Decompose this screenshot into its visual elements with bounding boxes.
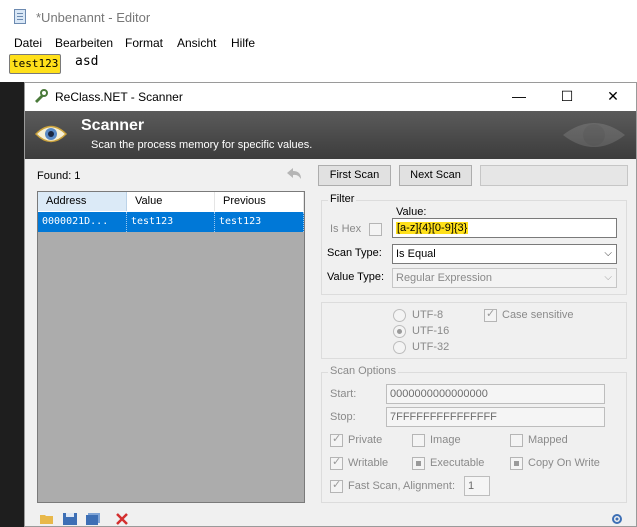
save-icon[interactable] — [63, 513, 77, 525]
minimize-button[interactable]: — — [496, 83, 542, 111]
menu-hilfe[interactable]: Hilfe — [231, 36, 255, 50]
private-checkbox[interactable] — [330, 432, 343, 447]
value-input[interactable]: [a-z]{4}[0-9]{3} — [392, 218, 617, 238]
encoding-group — [321, 302, 627, 359]
table-row[interactable]: 0000021D... test123 test123 — [38, 212, 304, 232]
results-list[interactable]: Address Value Previous 0000021D... test1… — [37, 191, 305, 503]
undo-icon[interactable] — [283, 165, 303, 183]
mapped-checkbox[interactable] — [510, 434, 523, 447]
cell-address: 0000021D... — [38, 212, 127, 232]
delete-icon[interactable] — [115, 513, 129, 525]
column-address[interactable]: Address — [38, 192, 127, 211]
filter-legend: Filter — [328, 193, 357, 205]
close-button[interactable]: ✕ — [590, 83, 636, 111]
case-sensitive-label: Case sensitive — [502, 309, 574, 321]
scan-type-select[interactable]: Is Equal ⌵ — [392, 244, 617, 264]
results-header: Address Value Previous — [38, 192, 304, 212]
reclass-icon — [35, 89, 48, 103]
utf16-label: UTF-16 — [412, 325, 450, 337]
writable-checkbox[interactable] — [330, 455, 343, 470]
scan-type-label: Scan Type: — [327, 247, 382, 259]
eye-icon — [35, 125, 67, 143]
value-type-select[interactable]: Regular Expression ⌵ — [392, 268, 617, 288]
column-value[interactable]: Value — [127, 192, 215, 211]
executable-checkbox[interactable] — [412, 457, 425, 470]
mapped-label: Mapped — [528, 434, 568, 446]
scanner-window: ReClass.NET - Scanner — ☐ ✕ Scanner Scan… — [24, 82, 637, 527]
scan-type-value: Is Equal — [396, 248, 436, 260]
banner-title: Scanner — [81, 117, 145, 134]
writable-label: Writable — [348, 457, 389, 469]
notepad-text-area[interactable]: test123 asd — [0, 52, 637, 82]
column-previous[interactable]: Previous — [215, 192, 304, 211]
eye-watermark-icon — [563, 123, 625, 147]
value-input-text: [a-z]{4}[0-9]{3} — [396, 222, 469, 234]
background-window-strip — [0, 82, 24, 527]
alignment-input[interactable]: 1 — [464, 476, 490, 496]
found-count: Found: 1 — [37, 170, 81, 182]
text-content: asd — [75, 54, 99, 69]
notepad-title: *Unbenannt - Editor — [36, 10, 151, 25]
fast-scan-label: Fast Scan, Alignment: — [348, 480, 455, 492]
copy-on-write-label: Copy On Write — [528, 457, 600, 469]
first-scan-button[interactable]: First Scan — [318, 165, 391, 186]
scan-options-legend: Scan Options — [328, 365, 399, 377]
start-label: Start: — [330, 388, 357, 400]
window-title: ReClass.NET - Scanner — [55, 90, 183, 104]
stop-label: Stop: — [330, 411, 356, 423]
case-sensitive-checkbox[interactable] — [484, 307, 497, 322]
scanner-titlebar[interactable]: ReClass.NET - Scanner — ☐ ✕ — [25, 83, 636, 111]
chevron-down-icon: ⌵ — [604, 248, 612, 259]
utf8-radio[interactable] — [393, 309, 406, 322]
save-as-icon[interactable] — [86, 513, 100, 525]
stop-input[interactable]: 7FFFFFFFFFFFFFFF — [386, 407, 605, 427]
scanner-banner: Scanner Scan the process memory for spec… — [25, 111, 636, 159]
chevron-down-icon: ⌵ — [604, 272, 612, 283]
executable-label: Executable — [430, 457, 485, 469]
start-input[interactable]: 0000000000000000 — [386, 384, 605, 404]
menu-ansicht[interactable]: Ansicht — [177, 36, 216, 50]
settings-icon[interactable] — [610, 513, 624, 525]
image-label: Image — [430, 434, 461, 446]
utf32-label: UTF-32 — [412, 341, 450, 353]
notepad-titlebar: *Unbenannt - Editor — [0, 0, 637, 34]
copy-on-write-checkbox[interactable] — [510, 457, 523, 470]
utf32-radio[interactable] — [393, 341, 406, 354]
utf16-radio[interactable] — [393, 325, 406, 338]
folder-open-icon[interactable] — [40, 513, 54, 525]
image-checkbox[interactable] — [412, 434, 425, 447]
menu-format[interactable]: Format — [125, 36, 163, 50]
maximize-button[interactable]: ☐ — [544, 83, 590, 111]
banner-subtitle: Scan the process memory for specific val… — [91, 139, 313, 151]
notepad-icon — [14, 9, 26, 24]
cell-value: test123 — [127, 212, 215, 232]
notepad-menubar: Datei Bearbeiten Format Ansicht Hilfe — [0, 34, 637, 52]
is-hex-label: Is Hex — [330, 223, 362, 235]
utf8-label: UTF-8 — [412, 309, 444, 321]
value-type-label: Value Type: — [327, 271, 385, 283]
fast-scan-checkbox[interactable] — [330, 478, 343, 493]
menu-bearbeiten[interactable]: Bearbeiten — [55, 36, 113, 50]
is-hex-checkbox[interactable] — [369, 223, 382, 236]
blank-button — [480, 165, 628, 186]
cell-previous: test123 — [215, 212, 304, 232]
private-label: Private — [348, 434, 383, 446]
selected-text: test123 — [9, 54, 62, 74]
next-scan-button[interactable]: Next Scan — [399, 165, 472, 186]
menu-datei[interactable]: Datei — [14, 36, 42, 50]
value-type-value: Regular Expression — [396, 272, 492, 284]
value-label: Value: — [396, 206, 427, 218]
